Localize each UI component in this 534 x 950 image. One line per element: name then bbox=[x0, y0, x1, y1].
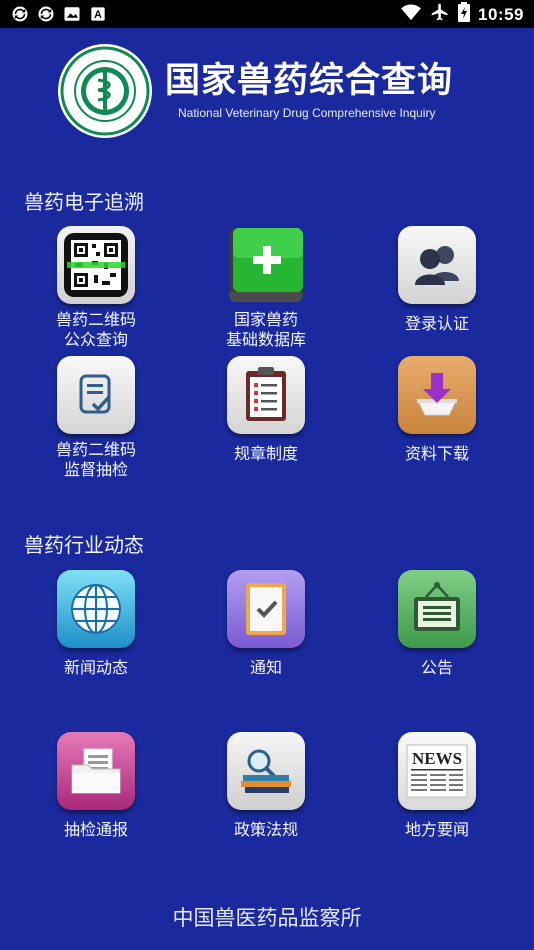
tile-regulations[interactable]: 规章制度 bbox=[206, 356, 326, 464]
document-check-icon bbox=[57, 356, 135, 434]
app-subtitle: National Veterinary Drug Comprehensive I… bbox=[178, 106, 436, 120]
tile-local-news[interactable]: NEWS 地方要闻 bbox=[377, 732, 497, 840]
tile-downloads[interactable]: 资料下载 bbox=[377, 356, 497, 464]
tile-label: 登录认证 bbox=[404, 314, 469, 333]
section-title-industry-news: 兽药行业动态 bbox=[24, 533, 144, 557]
folder-icon bbox=[57, 732, 135, 810]
footer-institute-name: 中国兽医药品监察所 bbox=[172, 906, 362, 930]
tile-label: 政策法规 bbox=[233, 820, 298, 839]
users-icon bbox=[398, 226, 476, 304]
airplane-icon bbox=[430, 2, 450, 27]
app-header: 国家兽药综合查询 National Veterinary Drug Compre… bbox=[0, 28, 534, 158]
tile-label: 抽检通报 bbox=[63, 820, 128, 839]
tile-label: 公告 bbox=[420, 658, 453, 677]
sync-icon bbox=[10, 4, 30, 24]
battery-icon bbox=[458, 2, 471, 27]
institute-logo bbox=[58, 44, 152, 138]
tile-qr-supervision[interactable]: 兽药二维码 监督抽检 bbox=[36, 356, 156, 480]
tile-label: 兽药二维码 公众查询 bbox=[55, 310, 136, 349]
tile-policy-law[interactable]: 政策法规 bbox=[206, 732, 326, 840]
tile-label: 国家兽药 基础数据库 bbox=[225, 310, 306, 349]
tile-label: 兽药二维码 监督抽检 bbox=[55, 440, 136, 479]
app-title: 国家兽药综合查询 bbox=[165, 61, 454, 101]
tile-national-database[interactable]: 国家兽药 基础数据库 bbox=[206, 226, 326, 350]
clipboard-icon bbox=[227, 356, 305, 434]
section-title-traceability: 兽药电子追溯 bbox=[24, 190, 144, 214]
svg-text:NEWS: NEWS bbox=[412, 749, 462, 768]
law-books-icon bbox=[227, 732, 305, 810]
notice-icon bbox=[227, 570, 305, 648]
qr-code-icon bbox=[57, 226, 135, 304]
globe-icon bbox=[57, 570, 135, 648]
tile-login-auth[interactable]: 登录认证 bbox=[377, 226, 497, 334]
tile-label: 新闻动态 bbox=[63, 658, 128, 677]
status-bar: A 10:59 bbox=[0, 0, 534, 28]
tile-label: 通知 bbox=[249, 658, 282, 677]
tile-notice[interactable]: 通知 bbox=[206, 570, 326, 678]
download-icon bbox=[398, 356, 476, 434]
sync-icon bbox=[36, 4, 56, 24]
newspaper-icon: NEWS bbox=[398, 732, 476, 810]
wifi-icon bbox=[400, 3, 422, 26]
tile-inspection-report[interactable]: 抽检通报 bbox=[36, 732, 156, 840]
tile-label: 资料下载 bbox=[404, 444, 469, 463]
tile-announcement[interactable]: 公告 bbox=[377, 570, 497, 678]
clock: 10:59 bbox=[478, 4, 524, 24]
tile-label: 规章制度 bbox=[233, 444, 298, 463]
photo-icon bbox=[62, 4, 82, 24]
database-book-icon bbox=[227, 226, 305, 304]
a-icon: A bbox=[88, 4, 108, 24]
tile-label: 地方要闻 bbox=[404, 820, 469, 839]
bulletin-board-icon bbox=[398, 570, 476, 648]
tile-news[interactable]: 新闻动态 bbox=[36, 570, 156, 678]
svg-text:A: A bbox=[94, 9, 102, 21]
tile-qr-public-query[interactable]: 兽药二维码 公众查询 bbox=[36, 226, 156, 350]
